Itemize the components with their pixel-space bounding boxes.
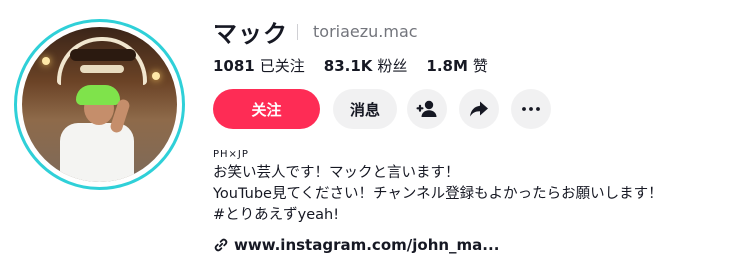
stat-followers-label: 粉丝 [377,57,408,75]
stat-following-count: 1081 [213,57,255,75]
message-button[interactable]: 消息 [333,89,397,129]
profile-handle: toriaezu.mac [313,22,418,41]
share-icon [469,100,489,118]
bio-region: PH×JP [213,149,249,160]
bio-line: お笑い芸人です！マックと言います！ [213,165,460,181]
stat-followers[interactable]: 83.1K 粉丝 [324,55,408,76]
share-button[interactable] [459,89,499,129]
stat-likes-count: 1.8M [426,57,468,75]
stat-following[interactable]: 1081 已关注 [213,55,305,76]
stat-following-label: 已关注 [259,57,305,75]
stat-likes: 1.8M 赞 [426,55,488,76]
profile-stats: 1081 已关注 83.1K 粉丝 1.8M 赞 [213,55,507,76]
link-icon [213,237,229,253]
stat-followers-count: 83.1K [323,57,373,75]
add-friend-icon [416,100,438,118]
profile-name: マック [213,20,288,48]
more-icon [522,107,540,111]
avatar-image [22,27,177,182]
bio-line: #とりあえずyeah! [213,207,340,223]
profile-bio: お笑い芸人です！マックと言います！ YouTube見てください！チャンネル登録も… [213,163,663,226]
avatar[interactable] [14,19,185,190]
profile-link-text: www.instagram.com/john_ma... [234,236,500,254]
stat-likes-label: 赞 [472,57,488,75]
more-button[interactable] [511,89,551,129]
follow-button[interactable]: 关注 [213,89,320,129]
name-divider [297,24,298,40]
profile-link[interactable]: www.instagram.com/john_ma... [213,236,499,254]
bio-line: YouTube見てください！チャンネル登録もよかったらお願いします！ [213,186,663,202]
add-friend-button[interactable] [407,89,447,129]
